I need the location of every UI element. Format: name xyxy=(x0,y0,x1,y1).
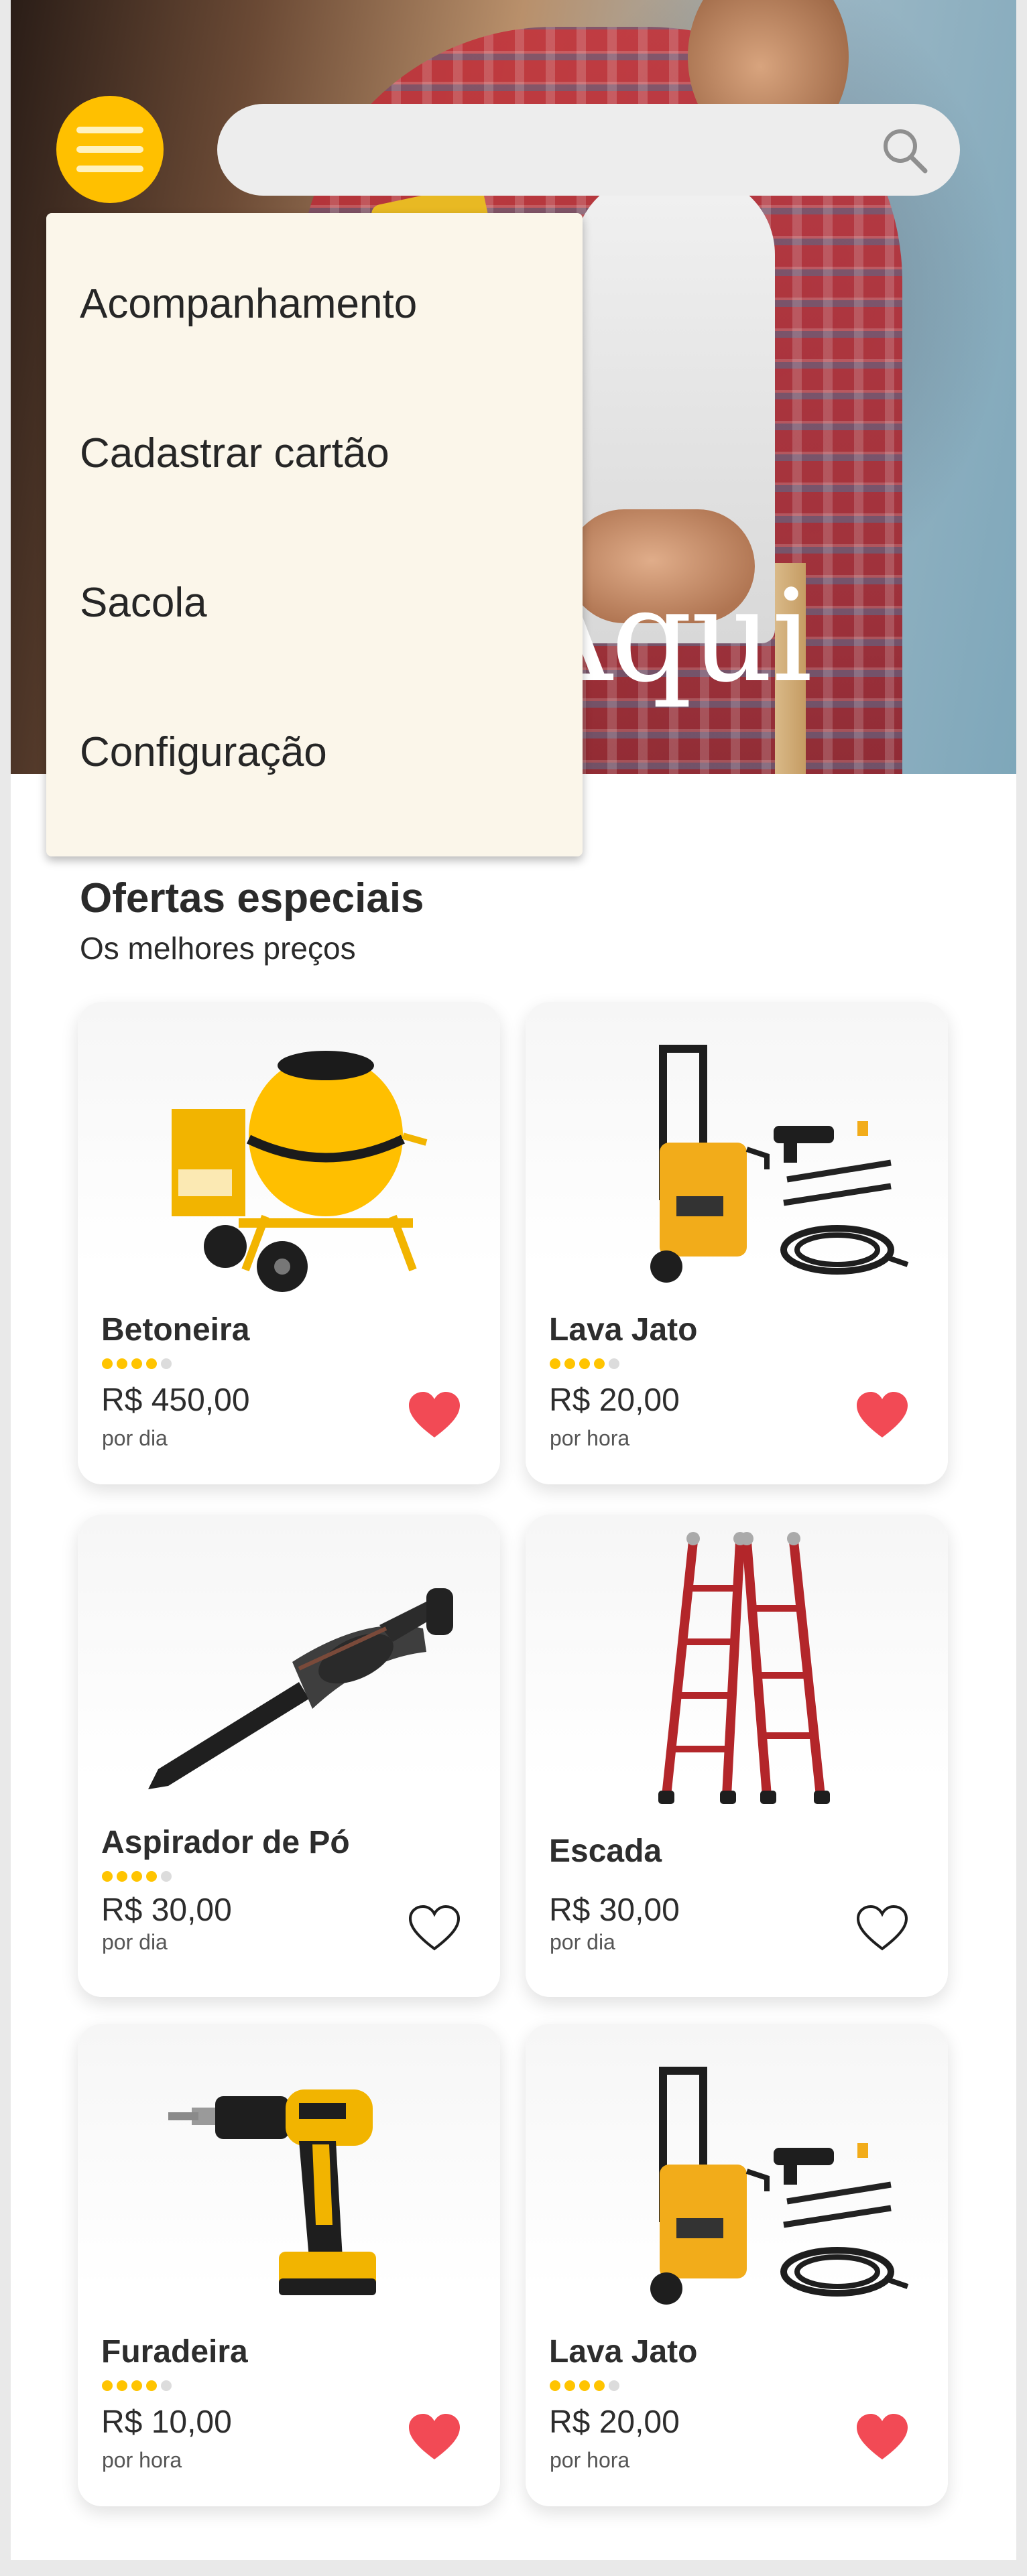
product-card[interactable]: Lava Jato R$ 20,00 por hora xyxy=(526,2024,948,2506)
heart-outline-icon[interactable] xyxy=(408,1903,461,1951)
product-name: Aspirador de Pó xyxy=(101,1825,350,1860)
price-unit: por hora xyxy=(102,2448,182,2472)
star xyxy=(102,1871,113,1882)
star xyxy=(131,1871,142,1882)
star xyxy=(131,1358,142,1369)
star xyxy=(161,1358,172,1369)
star xyxy=(161,1871,172,1882)
star xyxy=(161,2380,172,2391)
menu-item-configuracao[interactable]: Configuração xyxy=(80,728,327,776)
pressure-washer-image xyxy=(650,1045,909,1283)
product-price: R$ 10,00 xyxy=(101,2404,232,2440)
star xyxy=(146,1871,157,1882)
section-subtitle: Os melhores preços xyxy=(80,931,356,966)
star xyxy=(146,1358,157,1369)
product-price: R$ 30,00 xyxy=(101,1892,232,1928)
product-name: Furadeira xyxy=(101,2334,248,2370)
product-price: R$ 450,00 xyxy=(101,1382,250,1418)
product-card[interactable]: Aspirador de Pó R$ 30,00 por dia xyxy=(78,1515,500,1997)
concrete-mixer-image xyxy=(172,1051,428,1292)
product-name: Lava Jato xyxy=(549,1312,698,1348)
price-unit: por hora xyxy=(550,1426,630,1450)
star xyxy=(117,2380,127,2391)
heart-outline-icon[interactable] xyxy=(855,1903,909,1951)
price-unit: por dia xyxy=(102,1426,168,1450)
hamburger-menu-button[interactable] xyxy=(56,96,164,203)
menu-line xyxy=(76,166,143,172)
star xyxy=(102,1358,113,1369)
menu-item-cadastrar-cartao[interactable]: Cadastrar cartão xyxy=(80,430,389,477)
navigation-dropdown: Acompanhamento Cadastrar cartão Sacola C… xyxy=(46,213,583,856)
rating-stars xyxy=(102,1358,172,1369)
product-name: Lava Jato xyxy=(549,2334,698,2370)
product-price: R$ 30,00 xyxy=(549,1892,680,1928)
star xyxy=(609,1358,619,1369)
price-unit: por dia xyxy=(550,1930,615,1954)
app-screen: Aqui Acompanhamento Cadastrar cartão Sac… xyxy=(11,0,1016,2560)
star xyxy=(609,2380,619,2391)
menu-line xyxy=(76,127,143,133)
section-title: Ofertas especiais xyxy=(80,875,424,921)
rating-stars xyxy=(550,2380,619,2391)
star xyxy=(579,2380,590,2391)
star xyxy=(594,2380,605,2391)
star xyxy=(564,1358,575,1369)
star xyxy=(579,1358,590,1369)
heart-filled-icon[interactable] xyxy=(408,1391,461,1439)
rating-stars xyxy=(550,1358,619,1369)
star xyxy=(102,2380,113,2391)
menu-item-sacola[interactable]: Sacola xyxy=(80,579,207,627)
product-card[interactable]: Lava Jato R$ 20,00 por hora xyxy=(526,1002,948,1484)
star xyxy=(146,2380,157,2391)
product-card[interactable]: Betoneira R$ 450,00 por dia xyxy=(78,1002,500,1484)
star xyxy=(117,1871,127,1882)
star xyxy=(117,1358,127,1369)
heart-filled-icon[interactable] xyxy=(855,2412,909,2461)
menu-item-acompanhamento[interactable]: Acompanhamento xyxy=(80,280,417,328)
heart-filled-icon[interactable] xyxy=(408,2412,461,2461)
star xyxy=(564,2380,575,2391)
drill-image xyxy=(168,2089,376,2295)
rating-stars xyxy=(102,1871,172,1882)
star xyxy=(131,2380,142,2391)
menu-line xyxy=(76,146,143,153)
ladder-image xyxy=(658,1532,830,1804)
product-price: R$ 20,00 xyxy=(549,2404,680,2440)
price-unit: por hora xyxy=(550,2448,630,2472)
heart-filled-icon[interactable] xyxy=(855,1391,909,1439)
star xyxy=(550,2380,560,2391)
search-input[interactable] xyxy=(244,104,861,196)
search-bar[interactable] xyxy=(217,104,960,196)
product-card[interactable]: Furadeira R$ 10,00 por hora xyxy=(78,2024,500,2506)
rating-stars xyxy=(102,2380,172,2391)
price-unit: por dia xyxy=(102,1930,168,1954)
product-card[interactable]: Escada R$ 30,00 por dia xyxy=(526,1515,948,1997)
star xyxy=(594,1358,605,1369)
product-name: Betoneira xyxy=(101,1312,250,1348)
search-icon[interactable] xyxy=(878,124,932,178)
product-price: R$ 20,00 xyxy=(549,1382,680,1418)
product-name: Escada xyxy=(549,1833,662,1869)
star xyxy=(550,1358,560,1369)
pressure-washer-image xyxy=(650,2067,909,2305)
vacuum-cleaner-image xyxy=(148,1588,453,1789)
